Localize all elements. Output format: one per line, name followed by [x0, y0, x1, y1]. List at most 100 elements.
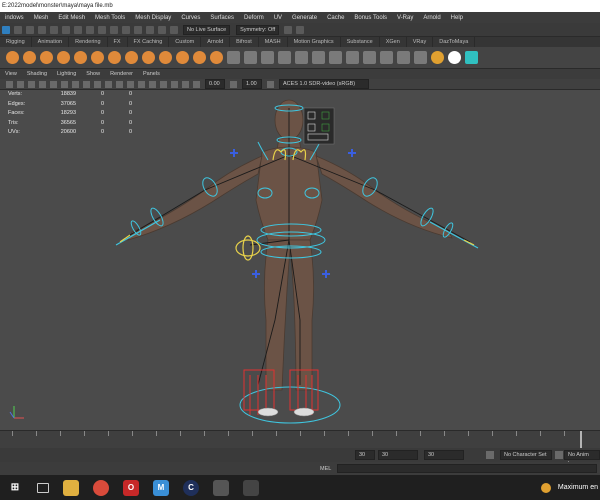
- cone-icon[interactable]: [57, 51, 70, 64]
- menu-help[interactable]: Help: [446, 15, 468, 21]
- hair-icon[interactable]: [414, 51, 427, 64]
- skin-icon[interactable]: [397, 51, 410, 64]
- time-marker[interactable]: [580, 431, 582, 449]
- symmetry-field[interactable]: Symmetry: Off: [236, 24, 280, 35]
- menu-bonus-tools[interactable]: Bonus Tools: [349, 15, 392, 21]
- tab-mash[interactable]: MASH: [259, 37, 288, 47]
- isolate-icon[interactable]: [149, 80, 156, 88]
- rig-icon[interactable]: [380, 51, 393, 64]
- app-c-icon[interactable]: C: [183, 479, 199, 496]
- panel-menu-renderer[interactable]: Renderer: [105, 71, 138, 77]
- panel-menu-view[interactable]: View: [0, 71, 22, 77]
- backface-icon[interactable]: [182, 80, 189, 88]
- viewport[interactable]: Verts: 18839 0 0 Edges: 37065 0 0 Faces:…: [0, 90, 600, 430]
- select-tool-icon[interactable]: [2, 25, 10, 34]
- bevel-icon[interactable]: [312, 51, 325, 64]
- range-end-field[interactable]: 30: [424, 450, 464, 460]
- notification-text[interactable]: Maximum en: [558, 484, 598, 491]
- move-icon[interactable]: [38, 25, 46, 34]
- live-surface-field[interactable]: No Live Surface: [183, 24, 231, 35]
- menu-vray[interactable]: V-Ray: [392, 15, 418, 21]
- snap-point-icon[interactable]: [98, 25, 106, 34]
- pyramid-icon[interactable]: [210, 51, 223, 64]
- tab-xgen[interactable]: XGen: [380, 37, 407, 47]
- separate-icon[interactable]: [244, 51, 257, 64]
- film-gate-icon[interactable]: [50, 80, 57, 88]
- render-settings-icon[interactable]: [158, 25, 166, 34]
- photos-icon[interactable]: [213, 479, 229, 496]
- menu-mesh[interactable]: Mesh: [29, 15, 54, 21]
- shadows-icon[interactable]: [105, 80, 112, 88]
- camera-icon[interactable]: [6, 80, 13, 88]
- rigged-character[interactable]: [0, 90, 600, 430]
- bridge-icon[interactable]: [346, 51, 359, 64]
- grid-icon[interactable]: [39, 80, 46, 88]
- snap-view-icon[interactable]: [110, 25, 118, 34]
- tab-arnold[interactable]: Arnold: [201, 37, 231, 47]
- menu-edit-mesh[interactable]: Edit Mesh: [53, 15, 90, 21]
- cube-icon[interactable]: [23, 51, 36, 64]
- mel-label[interactable]: MEL: [320, 466, 331, 472]
- cylinder-icon[interactable]: [40, 51, 53, 64]
- hypershade-icon[interactable]: [170, 25, 178, 34]
- exposure-icon[interactable]: [193, 80, 200, 88]
- sphere-icon[interactable]: [6, 51, 19, 64]
- panel-menu-show[interactable]: Show: [81, 71, 105, 77]
- render-icon[interactable]: [134, 25, 142, 34]
- tab-fx[interactable]: FX: [108, 37, 128, 47]
- task-view-icon[interactable]: [37, 482, 49, 493]
- panel-menu-lighting[interactable]: Lighting: [52, 71, 81, 77]
- file-explorer-icon[interactable]: [63, 479, 79, 496]
- helix-icon[interactable]: [142, 51, 155, 64]
- panel-menu-panels[interactable]: Panels: [138, 71, 165, 77]
- tab-vray[interactable]: VRay: [407, 37, 434, 47]
- mirror-icon[interactable]: [295, 51, 308, 64]
- lasso-icon[interactable]: [14, 25, 22, 34]
- modeling-toolkit-icon[interactable]: [284, 25, 293, 34]
- smooth-icon[interactable]: [261, 51, 274, 64]
- snap-grid-icon[interactable]: [74, 25, 82, 34]
- plane-icon[interactable]: [91, 51, 104, 64]
- menu-deform[interactable]: Deform: [239, 15, 269, 21]
- paint-select-icon[interactable]: [26, 25, 34, 34]
- menu-cache[interactable]: Cache: [322, 15, 349, 21]
- snap-curve-icon[interactable]: [86, 25, 94, 34]
- xray-icon[interactable]: [160, 80, 167, 88]
- menu-uv[interactable]: UV: [269, 15, 287, 21]
- disc-icon[interactable]: [108, 51, 121, 64]
- menu-mesh-display[interactable]: Mesh Display: [130, 15, 176, 21]
- maya-icon[interactable]: M: [153, 479, 169, 496]
- bookmark-icon[interactable]: [17, 80, 24, 88]
- anim-layer-select[interactable]: No Anim Layer: [564, 450, 600, 467]
- tab-fx-caching[interactable]: FX Caching: [128, 37, 170, 47]
- menu-windows[interactable]: indows: [0, 15, 29, 21]
- menu-surfaces[interactable]: Surfaces: [205, 15, 239, 21]
- uv-icon[interactable]: [363, 51, 376, 64]
- xray-joints-icon[interactable]: [171, 80, 178, 88]
- range-current-field[interactable]: 30: [378, 450, 418, 460]
- scale-icon[interactable]: [62, 25, 70, 34]
- color-management-icon[interactable]: [267, 80, 274, 88]
- menu-arnold[interactable]: Arnold: [418, 15, 445, 21]
- joint-icon[interactable]: [465, 51, 478, 64]
- combine-icon[interactable]: [227, 51, 240, 64]
- attribute-editor-icon[interactable]: [296, 25, 305, 34]
- windows-start-icon[interactable]: ⊞: [7, 480, 23, 496]
- time-slider[interactable]: [0, 430, 600, 449]
- face-control-board[interactable]: [303, 107, 335, 145]
- rotate-icon[interactable]: [50, 25, 58, 34]
- lights-icon[interactable]: [94, 80, 101, 88]
- tab-custom[interactable]: Custom: [169, 37, 202, 47]
- exposure-field[interactable]: 0.00: [205, 79, 225, 89]
- chrome-icon[interactable]: [93, 479, 109, 496]
- tab-motion-graphics[interactable]: Motion Graphics: [288, 37, 341, 47]
- wireframe-icon[interactable]: [61, 80, 68, 88]
- opera-icon[interactable]: O: [123, 479, 139, 496]
- ipr-icon[interactable]: [146, 25, 154, 34]
- gamma-field[interactable]: 1.00: [242, 79, 262, 89]
- skull-icon[interactable]: [448, 51, 461, 64]
- prism-icon[interactable]: [193, 51, 206, 64]
- character-set-select[interactable]: No Character Set: [500, 450, 552, 460]
- smooth-shade-icon[interactable]: [72, 80, 79, 88]
- motion-blur-icon[interactable]: [127, 80, 134, 88]
